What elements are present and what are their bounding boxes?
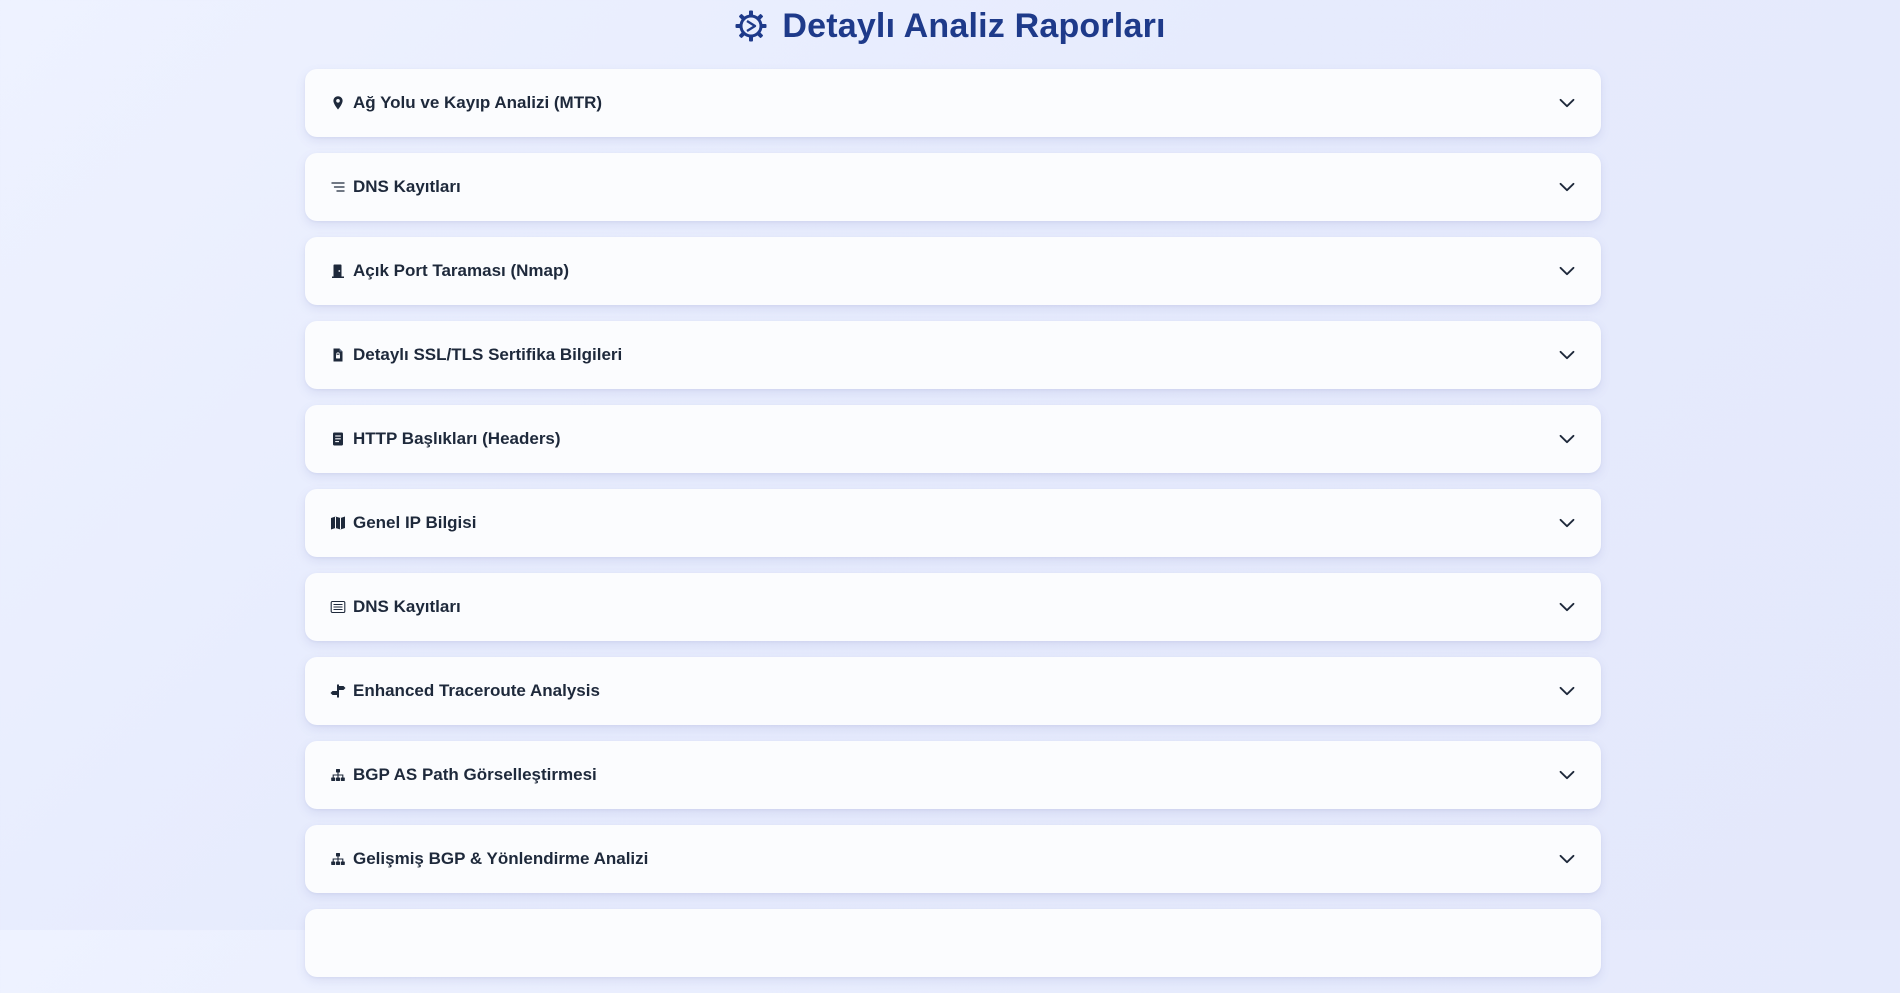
chevron-down-icon[interactable] [1557, 345, 1577, 365]
list-lines-icon [329, 178, 347, 196]
accordion-item-bgp-routing[interactable]: Gelişmiş BGP & Yönlendirme Analizi [305, 825, 1601, 893]
list-box-icon [329, 598, 347, 616]
accordion-item-mtr[interactable]: Ağ Yolu ve Kayıp Analizi (MTR) [305, 69, 1601, 137]
page-header: Detaylı Analiz Raporları [0, 0, 1900, 52]
map-pin-icon [329, 94, 347, 112]
document-icon [329, 430, 347, 448]
accordion-item-label: BGP AS Path Görselleştirmesi [353, 765, 597, 784]
chevron-down-icon[interactable] [1557, 261, 1577, 281]
accordion-item-label: Genel IP Bilgisi [353, 513, 477, 532]
signpost-icon [329, 682, 347, 700]
chevron-down-icon[interactable] [1557, 93, 1577, 113]
accordion-item-label: Detaylı SSL/TLS Sertifika Bilgileri [353, 345, 623, 364]
report-accordion: Ağ Yolu ve Kayıp Analizi (MTR) DNS Kayıt… [305, 69, 1601, 993]
network-tree-icon [329, 766, 347, 784]
accordion-item-dns-records-2[interactable]: DNS Kayıtları [305, 573, 1601, 641]
gear-icon [734, 9, 768, 43]
chevron-down-icon[interactable] [1557, 681, 1577, 701]
accordion-item-ip-info[interactable]: Genel IP Bilgisi [305, 489, 1601, 557]
accordion-item-label: HTTP Başlıkları (Headers) [353, 429, 561, 448]
accordion-item-dns-records[interactable]: DNS Kayıtları [305, 153, 1601, 221]
chevron-down-icon[interactable] [1557, 597, 1577, 617]
chevron-down-icon[interactable] [1557, 177, 1577, 197]
accordion-item-label: DNS Kayıtları [353, 597, 461, 616]
accordion-item-label: DNS Kayıtları [353, 177, 461, 196]
accordion-item-label: Enhanced Traceroute Analysis [353, 681, 600, 700]
chevron-down-icon[interactable] [1557, 765, 1577, 785]
network-tree-icon [329, 850, 347, 868]
accordion-item-label: Açık Port Taraması (Nmap) [353, 261, 570, 280]
accordion-item-bgp-as-path[interactable]: BGP AS Path Görselleştirmesi [305, 741, 1601, 809]
accordion-item-http-headers[interactable]: HTTP Başlıkları (Headers) [305, 405, 1601, 473]
chevron-down-icon[interactable] [1557, 513, 1577, 533]
accordion-item-ssl-tls[interactable]: Detaylı SSL/TLS Sertifika Bilgileri [305, 321, 1601, 389]
chevron-down-icon[interactable] [1557, 849, 1577, 869]
certificate-file-icon [329, 346, 347, 364]
accordion-item-label: Gelişmiş BGP & Yönlendirme Analizi [353, 849, 649, 868]
accordion-item-nmap[interactable]: Açık Port Taraması (Nmap) [305, 237, 1601, 305]
page-title: Detaylı Analiz Raporları [782, 6, 1166, 45]
chevron-down-icon[interactable] [1557, 429, 1577, 449]
accordion-item-traceroute[interactable]: Enhanced Traceroute Analysis [305, 657, 1601, 725]
accordion-item-partial[interactable] [305, 909, 1601, 977]
door-icon [329, 262, 347, 280]
map-icon [329, 514, 347, 532]
accordion-item-label: Ağ Yolu ve Kayıp Analizi (MTR) [353, 93, 603, 112]
